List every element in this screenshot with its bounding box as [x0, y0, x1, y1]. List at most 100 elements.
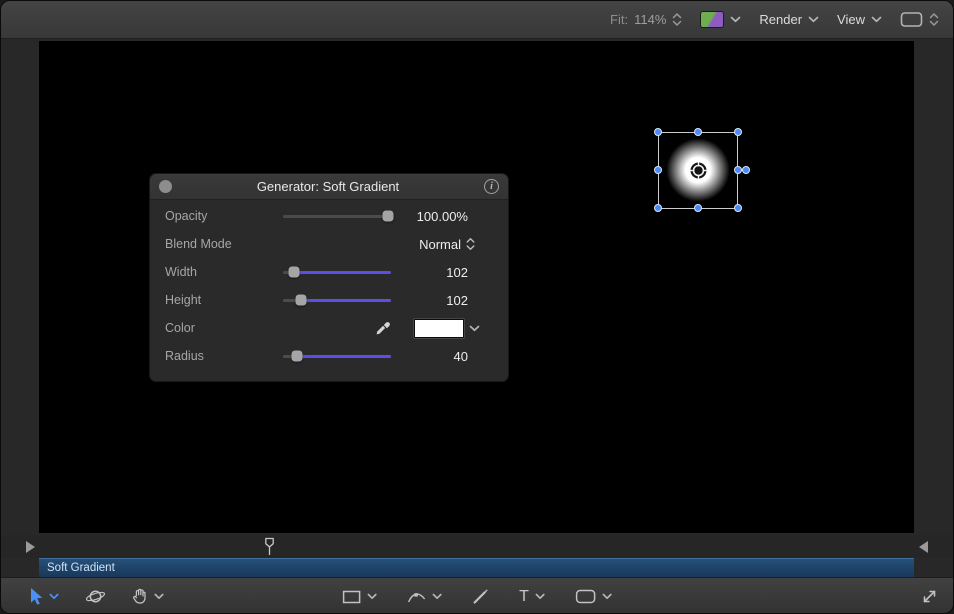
playhead[interactable] — [264, 537, 275, 556]
height-label: Height — [165, 293, 283, 307]
mini-timeline[interactable] — [1, 535, 953, 558]
rounded-rectangle-icon — [575, 589, 596, 604]
hud-title-bar[interactable]: Generator: Soft Gradient i — [150, 174, 508, 200]
chevron-down-icon[interactable] — [602, 593, 612, 600]
height-slider[interactable] — [283, 286, 391, 314]
brush-stroke-icon — [472, 588, 489, 605]
track-name: Soft Gradient — [39, 562, 115, 574]
rectangle-mask-tool[interactable] — [342, 590, 377, 604]
opacity-label: Opacity — [165, 209, 283, 223]
hud-body: Opacity 100.00% Blend Mode Normal — [150, 200, 508, 370]
gradient-colorwell-menu[interactable] — [700, 11, 741, 28]
blend-mode-label: Blend Mode — [165, 237, 283, 251]
hud-title: Generator: Soft Gradient — [172, 179, 484, 194]
hand-icon — [132, 588, 148, 605]
chevron-down-icon — [730, 16, 741, 23]
hud-row-height: Height 102 — [150, 286, 508, 314]
slider-fill — [294, 271, 391, 274]
slider-thumb[interactable] — [382, 211, 393, 222]
selection-handle[interactable] — [742, 166, 750, 174]
selection-handle[interactable] — [734, 204, 742, 212]
expand-view-button[interactable] — [921, 588, 938, 605]
select-tool[interactable] — [27, 587, 59, 606]
updown-stepper-icon — [466, 237, 475, 251]
motion-canvas-window: Fit: 114% Render View — [0, 0, 954, 614]
selection-handle[interactable] — [654, 204, 662, 212]
chevron-down-icon[interactable] — [469, 325, 480, 332]
pan-tool[interactable] — [132, 588, 164, 605]
width-value[interactable]: 102 — [391, 265, 508, 280]
transform-3d-tool[interactable] — [85, 588, 106, 605]
color-controls — [283, 319, 508, 338]
chevron-down-icon[interactable] — [535, 593, 545, 600]
timeline-out-marker-icon[interactable] — [919, 541, 928, 553]
render-menu[interactable]: Render — [759, 12, 819, 27]
view-menu[interactable]: View — [837, 12, 882, 27]
diagonal-resize-icon — [921, 588, 938, 605]
selection-handle[interactable] — [654, 128, 662, 136]
bezier-tool[interactable] — [407, 589, 442, 604]
top-toolbar: Fit: 114% Render View — [1, 1, 953, 39]
slider-thumb[interactable] — [288, 267, 299, 278]
color-label: Color — [165, 321, 283, 335]
slider-fill — [301, 299, 391, 302]
canvas-area: Generator: Soft Gradient i Opacity 100.0… — [1, 39, 953, 535]
text-tool-icon: T — [519, 589, 529, 605]
selection-handle[interactable] — [734, 166, 742, 174]
slider-thumb[interactable] — [292, 351, 303, 362]
display-options-control[interactable] — [900, 11, 939, 28]
timeline-track-bar[interactable]: Soft Gradient — [39, 558, 914, 577]
paint-stroke-tool[interactable] — [472, 588, 489, 605]
hud-row-blend-mode: Blend Mode Normal — [150, 230, 508, 258]
timeline-in-marker-icon[interactable] — [26, 541, 35, 553]
hud-row-width: Width 102 — [150, 258, 508, 286]
opacity-value[interactable]: 100.00% — [391, 209, 508, 224]
bezier-curve-icon — [407, 589, 426, 604]
blend-mode-value: Normal — [419, 237, 461, 252]
text-tool[interactable]: T — [519, 589, 545, 605]
chevron-down-icon — [871, 16, 882, 23]
gradient-colorwell-icon — [700, 11, 724, 28]
selection-handle[interactable] — [694, 204, 702, 212]
hud-row-color: Color — [150, 314, 508, 342]
chevron-down-icon[interactable] — [49, 593, 59, 600]
height-value[interactable]: 102 — [391, 293, 508, 308]
slider-track — [283, 215, 391, 218]
fit-value[interactable]: 114% — [634, 12, 666, 27]
chevron-down-icon[interactable] — [432, 593, 442, 600]
color-swatch[interactable] — [414, 319, 464, 338]
radius-value[interactable]: 40 — [391, 349, 508, 364]
hud-panel[interactable]: Generator: Soft Gradient i Opacity 100.0… — [149, 173, 509, 382]
close-icon[interactable] — [159, 180, 172, 193]
eyedropper-icon[interactable] — [374, 320, 391, 337]
fit-label: Fit: — [610, 12, 628, 27]
width-label: Width — [165, 265, 283, 279]
slider-fill — [297, 355, 391, 358]
fit-zoom-control[interactable]: Fit: 114% — [610, 12, 682, 27]
radius-slider[interactable] — [283, 342, 391, 370]
orbit-sphere-icon — [85, 588, 106, 605]
info-icon[interactable]: i — [484, 179, 499, 194]
selection-handle[interactable] — [694, 128, 702, 136]
selection-handle[interactable] — [734, 128, 742, 136]
anchor-target-icon[interactable] — [689, 161, 708, 180]
view-label: View — [837, 12, 865, 27]
rectangle-icon — [342, 590, 361, 604]
arrow-cursor-icon — [27, 587, 43, 606]
opacity-slider[interactable] — [283, 202, 391, 230]
chevron-down-icon[interactable] — [367, 593, 377, 600]
hud-row-opacity: Opacity 100.00% — [150, 202, 508, 230]
width-slider[interactable] — [283, 258, 391, 286]
selection-handle[interactable] — [654, 166, 662, 174]
updown-stepper-icon[interactable] — [672, 12, 682, 27]
shape-tool[interactable] — [575, 589, 612, 604]
render-label: Render — [759, 12, 802, 27]
bottom-toolbar: T — [1, 577, 953, 614]
radius-label: Radius — [165, 349, 283, 363]
chevron-down-icon[interactable] — [154, 593, 164, 600]
slider-thumb[interactable] — [296, 295, 307, 306]
hud-row-radius: Radius 40 — [150, 342, 508, 370]
blend-mode-popup[interactable]: Normal — [283, 237, 508, 252]
display-options-icon — [900, 11, 923, 28]
chevron-down-icon — [808, 16, 819, 23]
